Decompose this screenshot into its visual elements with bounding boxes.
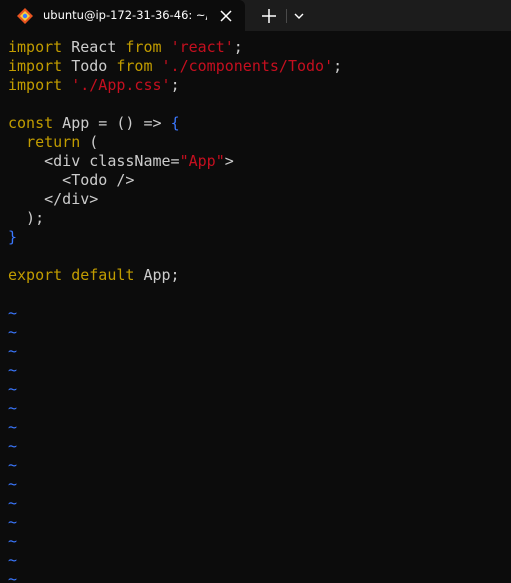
code-token: export	[8, 266, 63, 284]
code-token: App = () =>	[53, 114, 171, 132]
code-token: ~	[8, 323, 18, 341]
code-token: import	[8, 57, 63, 75]
code-line: <div className="App">	[8, 152, 508, 171]
code-token: ~	[8, 532, 18, 550]
code-line: );	[8, 209, 508, 228]
empty-line-marker: ~	[8, 551, 508, 570]
empty-line-marker: ~	[8, 570, 508, 583]
empty-line-marker: ~	[8, 475, 508, 494]
code-token: ~	[8, 513, 18, 531]
code-token: }	[8, 228, 18, 246]
empty-line-marker: ~	[8, 361, 508, 380]
code-token: App;	[134, 266, 180, 284]
empty-line-marker: ~	[8, 494, 508, 513]
code-token: );	[8, 209, 45, 227]
code-token: <Todo />	[8, 171, 135, 189]
code-token: return	[26, 133, 81, 151]
code-token: ~	[8, 342, 18, 360]
code-token: (	[80, 133, 99, 151]
code-token: default	[71, 266, 135, 284]
code-token: {	[170, 114, 180, 132]
close-icon[interactable]	[216, 6, 236, 26]
empty-line-marker: ~	[8, 437, 508, 456]
terminal-tab[interactable]: ubuntu@ip-172-31-36-46: ~/Todo	[0, 0, 245, 31]
code-line: export default App;	[8, 266, 508, 285]
code-token: 'react'	[170, 38, 234, 56]
code-token: ~	[8, 456, 18, 474]
code-token: from	[116, 57, 153, 75]
code-token: './components/Todo'	[161, 57, 334, 75]
empty-line-marker: ~	[8, 399, 508, 418]
code-line: <Todo />	[8, 171, 508, 190]
empty-line-marker: ~	[8, 513, 508, 532]
code-token: ~	[8, 304, 18, 322]
chevron-down-icon[interactable]	[290, 6, 308, 26]
code-token: const	[8, 114, 54, 132]
empty-line-marker: ~	[8, 323, 508, 342]
code-line: import './App.css';	[8, 76, 508, 95]
code-token: './App.css'	[71, 76, 171, 94]
code-token: <div className=	[8, 152, 180, 170]
terminal-window: ubuntu@ip-172-31-36-46: ~/Todo import Re…	[0, 0, 511, 583]
code-line: return (	[8, 133, 508, 152]
code-token: Todo	[62, 57, 117, 75]
code-token: ~	[8, 418, 18, 436]
code-token: ~	[8, 570, 18, 583]
code-line: </div>	[8, 190, 508, 209]
code-token: ~	[8, 399, 18, 417]
code-token: ;	[233, 38, 243, 56]
empty-line-marker: ~	[8, 456, 508, 475]
empty-line-marker: ~	[8, 380, 508, 399]
code-token: ~	[8, 494, 18, 512]
code-line: const App = () => {	[8, 114, 508, 133]
code-token: React	[62, 38, 126, 56]
code-line: import Todo from './components/Todo';	[8, 57, 508, 76]
tab-title: ubuntu@ip-172-31-36-46: ~/Todo	[43, 8, 207, 22]
code-token: >	[224, 152, 234, 170]
code-token: </div>	[8, 190, 99, 208]
code-token: ~	[8, 380, 18, 398]
plus-icon[interactable]	[257, 5, 281, 27]
code-token: ~	[8, 475, 18, 493]
code-token: ;	[333, 57, 343, 75]
empty-line-marker: ~	[8, 532, 508, 551]
code-token: ~	[8, 361, 18, 379]
code-line: import React from 'react';	[8, 38, 508, 57]
code-token: import	[8, 38, 63, 56]
tux-terminal-icon	[17, 8, 33, 24]
code-line: }	[8, 228, 508, 247]
vim-editor[interactable]: import React from 'react'; import Todo fr…	[8, 38, 508, 583]
empty-line-marker: ~	[8, 418, 508, 437]
code-token: "App"	[179, 152, 225, 170]
code-token: import	[8, 76, 63, 94]
code-token: ~	[8, 437, 18, 455]
empty-line-marker: ~	[8, 304, 508, 323]
code-token: ~	[8, 551, 18, 569]
code-token: from	[125, 38, 162, 56]
titlebar-divider	[286, 9, 287, 23]
code-token: ;	[170, 76, 180, 94]
title-bar: ubuntu@ip-172-31-36-46: ~/Todo	[0, 0, 511, 31]
empty-line-marker: ~	[8, 342, 508, 361]
